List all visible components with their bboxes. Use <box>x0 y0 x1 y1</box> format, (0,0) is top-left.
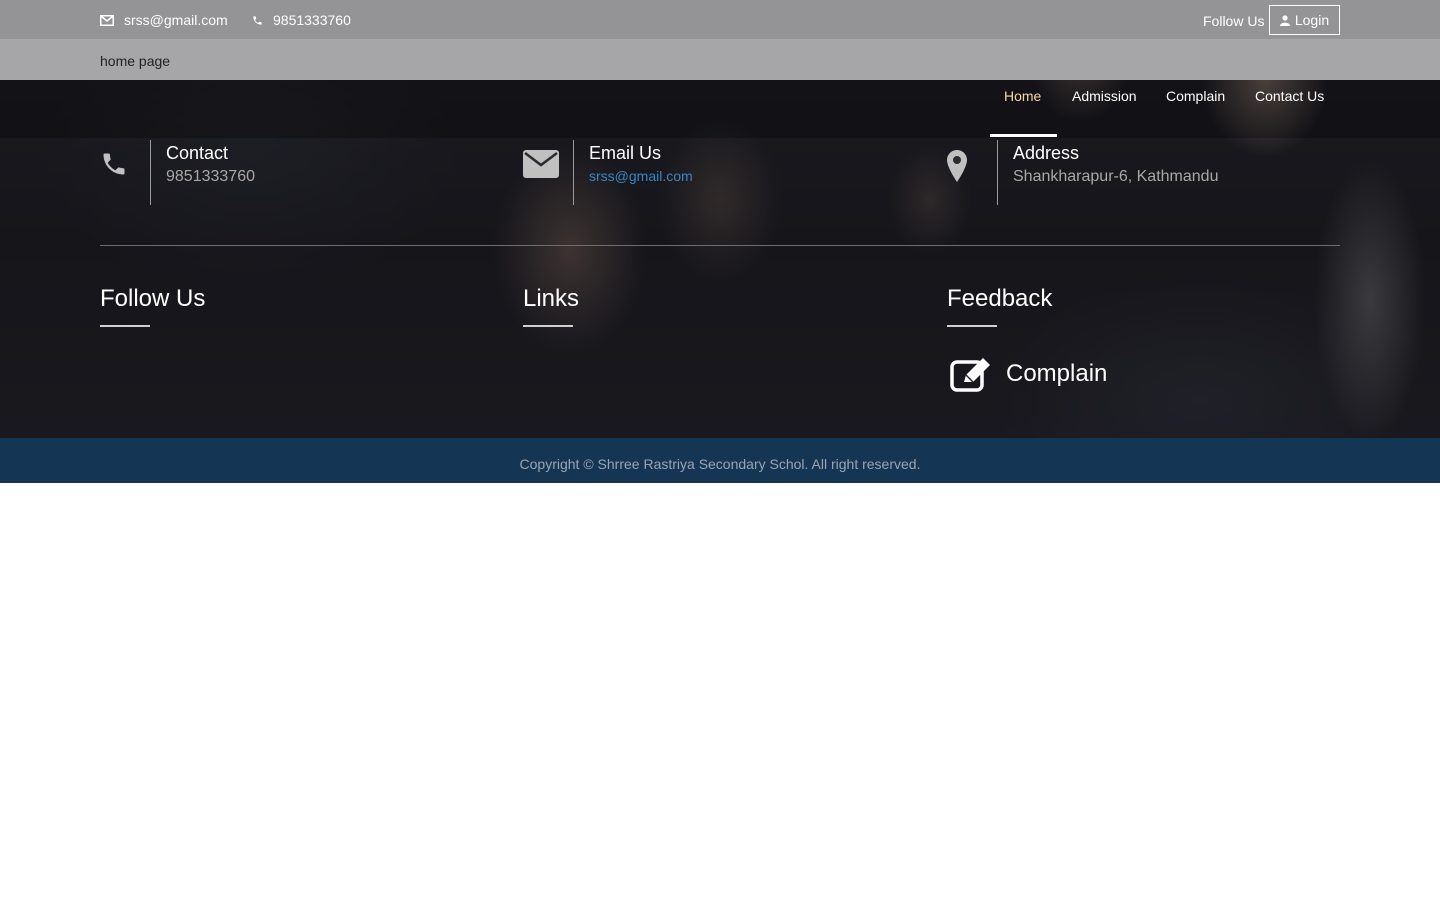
email-link[interactable]: srss@gmail.com <box>589 168 693 184</box>
phone-icon <box>103 153 125 175</box>
nav-item-contact-us[interactable]: Contact Us <box>1255 88 1324 104</box>
edit-icon <box>950 358 990 392</box>
envelope-icon <box>523 150 559 178</box>
follow-us-heading: Follow Us <box>100 285 206 312</box>
divider <box>997 140 998 205</box>
nav-item-admission[interactable]: Admission <box>1072 88 1137 104</box>
section-divider <box>100 245 1340 246</box>
topbar-phone-text: 9851333760 <box>273 12 351 28</box>
contact-title: Contact <box>166 143 229 163</box>
topbar-email[interactable]: srss@gmail.com <box>100 12 228 28</box>
nav-active-indicator <box>990 134 1057 137</box>
topbar-email-text: srss@gmail.com <box>124 12 228 28</box>
divider <box>573 140 574 205</box>
follow-us-label: Follow Us <box>1203 13 1265 29</box>
complain-label: Complain <box>1006 360 1108 387</box>
address-value: Shankharapur-6, Kathmandu <box>1013 168 1219 185</box>
phone-icon <box>253 15 262 25</box>
links-heading: Links <box>523 285 580 312</box>
email-title: Email Us <box>589 143 662 163</box>
login-label: Login <box>1294 12 1330 28</box>
top-bar: srss@gmail.com 9851333760 Follow Us Logi… <box>0 0 1440 40</box>
site-brand[interactable]: home page <box>100 53 170 69</box>
complain-link[interactable]: Complain <box>950 356 1107 392</box>
copyright-text: Copyright © Shrree Rastriya Secondary Sc… <box>519 456 921 472</box>
heading-underline <box>947 325 997 327</box>
feedback-heading: Feedback <box>947 285 1053 312</box>
address-title: Address <box>1013 143 1080 163</box>
nav-item-complain[interactable]: Complain <box>1166 88 1225 104</box>
contact-value: 9851333760 <box>166 168 255 185</box>
divider <box>150 140 151 205</box>
heading-underline <box>100 325 150 327</box>
topbar-phone[interactable]: 9851333760 <box>252 12 351 28</box>
brand-bar: home page <box>0 40 1440 80</box>
map-marker-icon <box>947 150 967 182</box>
heading-underline <box>523 325 573 327</box>
envelope-icon <box>100 14 114 26</box>
user-icon <box>1279 14 1290 26</box>
login-button[interactable]: Login <box>1269 5 1340 35</box>
main-nav: Home Admission Complain Contact Us <box>0 80 1440 138</box>
copyright-bar: Copyright © Shrree Rastriya Secondary Sc… <box>0 438 1440 483</box>
nav-item-home[interactable]: Home <box>1004 88 1041 104</box>
